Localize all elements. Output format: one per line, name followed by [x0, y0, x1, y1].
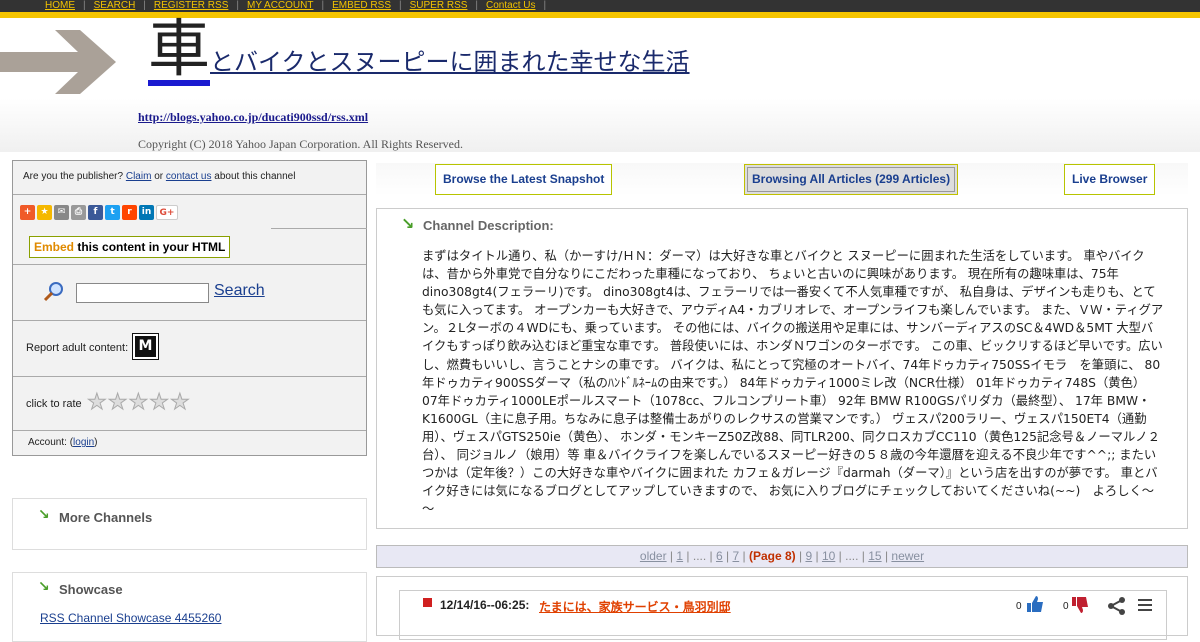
rating-stars[interactable]: ★★★★★: [87, 390, 191, 416]
star-icon[interactable]: ★: [107, 390, 129, 416]
more-channels-title: More Channels: [59, 510, 153, 525]
nav-search[interactable]: SEARCH: [94, 0, 136, 11]
green-arrow-icon: ↘: [38, 579, 50, 595]
more-channels-box: ↘ More Channels: [12, 498, 367, 550]
pager-page-7[interactable]: 7: [733, 549, 740, 563]
contact-us-link[interactable]: contact us: [166, 171, 212, 182]
showcase-link[interactable]: RSS Channel Showcase 4455260: [40, 611, 221, 625]
pager-ellipsis: ....: [692, 549, 707, 563]
channel-title[interactable]: 車とバイクとスヌーピーに囲まれた幸せな生活: [148, 18, 690, 86]
add-icon[interactable]: +: [20, 205, 35, 220]
embed-word: Embed: [34, 240, 75, 254]
rating-row: click to rate ★★★★★: [13, 377, 366, 431]
pager-older[interactable]: older: [640, 549, 667, 563]
magnifier-icon: [43, 282, 63, 302]
nav-embed-rss[interactable]: EMBED RSS: [332, 0, 391, 11]
pager-page-15[interactable]: 15: [868, 549, 881, 563]
channel-title-rest: とバイクとスヌーピーに囲まれた幸せな生活: [210, 48, 690, 76]
search-input[interactable]: [76, 283, 209, 303]
account-label: Account: (: [28, 437, 74, 448]
tab-live-browser[interactable]: Live Browser: [1064, 164, 1156, 195]
description-title: Channel Description:: [423, 218, 554, 233]
mature-badge[interactable]: M: [132, 333, 159, 360]
divider: [271, 228, 367, 229]
search-row: Search: [13, 265, 366, 321]
channel-title-initial: 車: [148, 12, 211, 86]
article-title-link[interactable]: たまには、家族サービス・鳥羽別邸: [539, 598, 731, 615]
linkedin-icon[interactable]: in: [139, 205, 154, 220]
article-date: 12/14/16--06:25:: [440, 598, 530, 612]
favorite-star-icon[interactable]: ★: [37, 205, 52, 220]
like-count: 0: [1016, 601, 1022, 612]
star-icon[interactable]: ★: [149, 390, 170, 416]
nav-home[interactable]: HOME: [45, 0, 75, 11]
green-arrow-icon: ↘: [401, 214, 415, 233]
publisher-row: Are you the publisher? Claim or contact …: [13, 161, 366, 195]
pager-ellipsis: ....: [845, 549, 859, 563]
adult-report-label: Report adult content:: [26, 342, 129, 354]
facebook-icon[interactable]: f: [88, 205, 103, 220]
or-text: or: [154, 171, 164, 182]
article-list: 12/14/16--06:25: たまには、家族サービス・鳥羽別邸 0 0: [376, 576, 1188, 640]
rss-url-link[interactable]: http://blogs.yahoo.co.jp/ducati900ssd/rs…: [138, 110, 368, 125]
browse-tabs: Browse the Latest Snapshot Browsing All …: [376, 163, 1188, 196]
email-icon[interactable]: ✉: [54, 205, 69, 220]
thumbs-down-icon[interactable]: [1071, 596, 1089, 614]
publisher-label: Are you the publisher?: [23, 171, 124, 182]
nav-contact-us[interactable]: Contact Us: [486, 0, 535, 11]
claim-link[interactable]: Claim: [126, 171, 152, 182]
share-icon[interactable]: [1107, 596, 1127, 616]
star-icon[interactable]: ★: [87, 390, 108, 416]
tab-all-articles[interactable]: Browsing All Articles (299 Articles): [744, 164, 959, 195]
login-link[interactable]: login: [73, 437, 94, 448]
article-bullet-icon: [423, 598, 432, 607]
description-text: まずはタイトル通り、私（かーすけ/ＨＮ：ダーマ）は大好きな車とバイクと スヌーピ…: [422, 249, 1164, 517]
nav-super-rss[interactable]: SUPER RSS: [410, 0, 468, 11]
embed-button[interactable]: Embed this content in your HTML: [29, 236, 231, 258]
share-row: + ★ ✉ ⎙ f t r in G+ Embed this content i…: [13, 195, 367, 265]
publisher-suffix: about this channel: [214, 171, 296, 182]
share-icons: + ★ ✉ ⎙ f t r in G+: [20, 205, 178, 220]
google-plus-icon[interactable]: G+: [156, 205, 178, 220]
arrow-icon: [0, 30, 116, 94]
search-button[interactable]: Search: [214, 282, 265, 300]
showcase-box: ↘ Showcase RSS Channel Showcase 4455260: [12, 572, 367, 642]
tab-latest-snapshot[interactable]: Browse the Latest Snapshot: [435, 164, 613, 195]
copyright-text: Copyright (C) 2018 Yahoo Japan Corporati…: [138, 137, 463, 151]
thumbs-up-icon[interactable]: [1026, 595, 1044, 613]
channel-description-box: ↘ Channel Description: まずはタイトル通り、私（かーすけ/…: [376, 208, 1188, 529]
adult-report-row: Report adult content: M: [13, 321, 366, 377]
top-nav: HOME | SEARCH | REGISTER RSS | MY ACCOUNT | EMBE…: [0, 0, 1200, 12]
star-icon[interactable]: ★: [169, 390, 191, 416]
dislike-count: 0: [1063, 601, 1069, 612]
print-icon[interactable]: ⎙: [71, 205, 86, 220]
reddit-icon[interactable]: r: [122, 205, 137, 220]
pager-page-1[interactable]: 1: [676, 549, 683, 563]
pager-page-9[interactable]: 9: [805, 549, 812, 563]
nav-register-rss[interactable]: REGISTER RSS: [154, 0, 228, 11]
star-icon[interactable]: ★: [128, 390, 149, 416]
twitter-icon[interactable]: t: [105, 205, 120, 220]
account-suffix: ): [94, 437, 98, 448]
pager-page-6[interactable]: 6: [716, 549, 723, 563]
nav-my-account[interactable]: MY ACCOUNT: [247, 0, 314, 11]
green-arrow-icon: ↘: [38, 507, 50, 523]
rate-label: click to rate: [26, 398, 82, 410]
pager-page-10[interactable]: 10: [822, 549, 835, 563]
embed-rest: this content in your HTML: [77, 240, 226, 254]
article-item: 12/14/16--06:25: たまには、家族サービス・鳥羽別邸 0 0: [399, 590, 1167, 640]
account-row: Account: (login): [13, 431, 366, 455]
pager-newer[interactable]: newer: [891, 549, 924, 563]
sidebar-panel: Are you the publisher? Claim or contact …: [12, 160, 367, 456]
showcase-title: Showcase: [59, 582, 123, 597]
channel-header: 車とバイクとスヌーピーに囲まれた幸せな生活 http://blogs.yahoo…: [0, 18, 1200, 152]
menu-icon[interactable]: [1138, 598, 1152, 612]
pager-current: (Page 8): [748, 549, 796, 563]
pagination: older | 1 | .... | 6 | 7 | (Page 8) | 9 …: [376, 545, 1188, 568]
